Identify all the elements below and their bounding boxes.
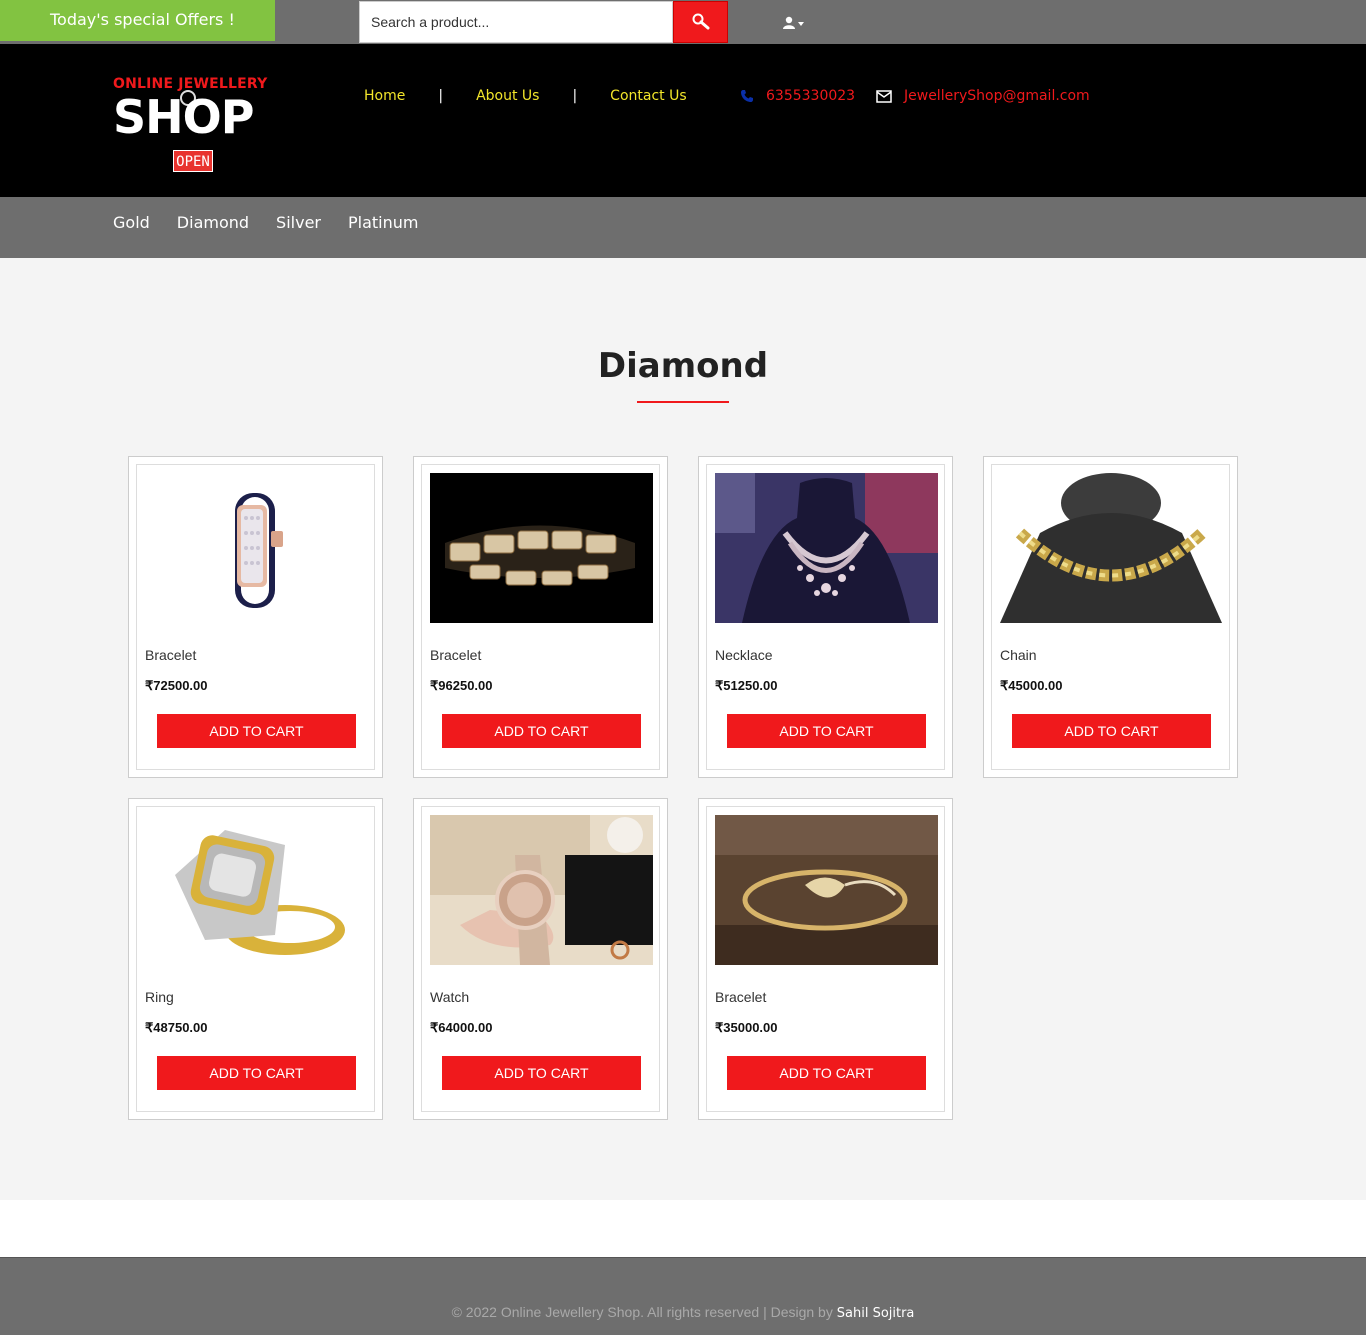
nav-contact-us[interactable]: Contact Us: [610, 88, 686, 104]
copyright-text: © 2022 Online Jewellery Shop. All rights…: [451, 1304, 833, 1320]
category-diamond[interactable]: Diamond: [177, 213, 249, 232]
category-gold[interactable]: Gold: [113, 213, 150, 232]
category-bar: Gold Diamond Silver Platinum: [0, 197, 1366, 258]
product-card: Chain ₹45000.00 ADD TO CART: [983, 456, 1238, 778]
search-button[interactable]: [673, 1, 728, 43]
product-price: ₹45000.00: [1000, 678, 1063, 693]
footer-spacer: [0, 1200, 1366, 1257]
product-card: Ring ₹48750.00 ADD TO CART: [128, 798, 383, 1120]
product-image-necklace[interactable]: [715, 473, 938, 623]
phone-number: 6355330023: [766, 88, 856, 104]
product-name: Bracelet: [715, 989, 767, 1005]
add-to-cart-button[interactable]: ADD TO CART: [727, 714, 926, 748]
add-to-cart-button[interactable]: ADD TO CART: [157, 1056, 356, 1090]
page-title: Diamond: [597, 346, 769, 386]
product-image-bracelet[interactable]: [145, 473, 368, 623]
logo-open-sign: OPEN: [173, 150, 213, 172]
product-card: Bracelet ₹96250.00 ADD TO CART: [413, 456, 668, 778]
add-to-cart-button[interactable]: ADD TO CART: [157, 714, 356, 748]
product-card: Necklace ₹51250.00 ADD TO CART: [698, 456, 953, 778]
user-icon: [783, 16, 804, 29]
site-header: ONLINE JEWELLERY SHOP OPEN Home | About …: [0, 44, 1366, 197]
category-silver[interactable]: Silver: [276, 213, 321, 232]
product-name: Bracelet: [430, 647, 482, 663]
add-to-cart-button[interactable]: ADD TO CART: [1012, 714, 1211, 748]
product-name: Chain: [1000, 647, 1037, 663]
product-price: ₹48750.00: [145, 1020, 208, 1035]
product-card: Bracelet ₹72500.00 ADD TO CART: [128, 456, 383, 778]
footer-copyright: © 2022 Online Jewellery Shop. All rights…: [0, 1304, 1366, 1321]
nav-about-us[interactable]: About Us: [476, 88, 539, 104]
caret-down-icon: [798, 22, 804, 26]
product-name: Bracelet: [145, 647, 197, 663]
product-image-chain[interactable]: [1000, 473, 1223, 623]
search-input[interactable]: [359, 1, 673, 43]
add-to-cart-button[interactable]: ADD TO CART: [442, 714, 641, 748]
envelope-icon: [876, 89, 892, 103]
site-footer: © 2022 Online Jewellery Shop. All rights…: [0, 1257, 1366, 1335]
category-platinum[interactable]: Platinum: [348, 213, 418, 232]
product-price: ₹72500.00: [145, 678, 208, 693]
nav-separator: |: [438, 88, 444, 104]
product-card: Watch ₹64000.00 ADD TO CART: [413, 798, 668, 1120]
product-image-bracelet[interactable]: [430, 473, 653, 623]
title-underline: [637, 401, 729, 403]
nav-home[interactable]: Home: [364, 88, 405, 104]
logo-wordmark: SHOP: [113, 90, 254, 144]
product-card: Bracelet ₹35000.00 ADD TO CART: [698, 798, 953, 1120]
nav-separator: |: [572, 88, 578, 104]
product-price: ₹51250.00: [715, 678, 778, 693]
user-menu-dropdown[interactable]: [783, 14, 807, 32]
designer-link[interactable]: Sahil Sojitra: [837, 1306, 915, 1321]
search-icon: [692, 13, 709, 30]
special-offers-banner[interactable]: Today's special Offers !: [0, 0, 275, 41]
site-logo[interactable]: ONLINE JEWELLERY SHOP OPEN: [113, 76, 273, 176]
product-image-watch[interactable]: [430, 815, 653, 965]
top-bar: Today's special Offers !: [0, 0, 1366, 44]
product-name: Necklace: [715, 647, 773, 663]
product-name: Watch: [430, 989, 470, 1005]
add-to-cart-button[interactable]: ADD TO CART: [442, 1056, 641, 1090]
add-to-cart-button[interactable]: ADD TO CART: [727, 1056, 926, 1090]
contact-email[interactable]: JewelleryShop@gmail.com: [876, 88, 1090, 104]
contact-phone[interactable]: 6355330023: [740, 88, 855, 104]
product-image-bracelet[interactable]: [715, 815, 938, 965]
product-price: ₹64000.00: [430, 1020, 493, 1035]
product-price: ₹35000.00: [715, 1020, 778, 1035]
main-nav: Home | About Us | Contact Us: [364, 88, 687, 104]
product-price: ₹96250.00: [430, 678, 493, 693]
email-address: JewelleryShop@gmail.com: [904, 88, 1090, 104]
product-name: Ring: [145, 989, 174, 1005]
product-image-ring[interactable]: [145, 815, 368, 965]
phone-icon: [741, 90, 753, 102]
